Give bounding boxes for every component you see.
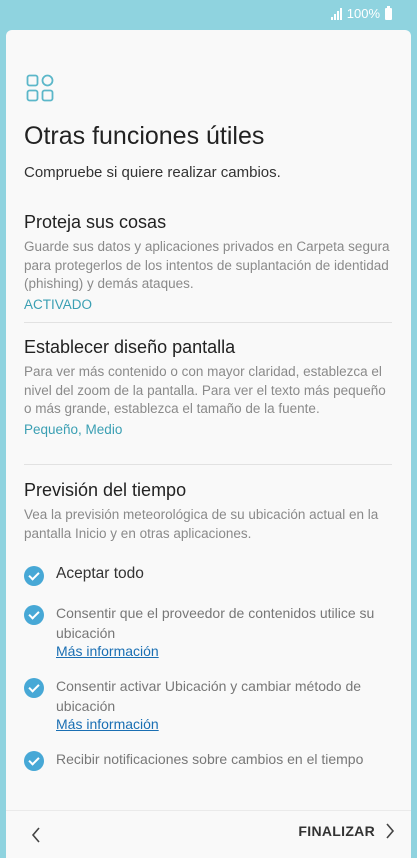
section-description: Vea la previsión meteorológica de su ubi… bbox=[24, 507, 379, 541]
checkbox-checked-icon bbox=[24, 566, 44, 586]
status-icons: 100% bbox=[330, 5, 392, 21]
chevron-right-icon bbox=[386, 823, 395, 839]
page-subtitle: Compruebe si quiere realizar cambios. bbox=[24, 164, 281, 181]
battery-icon bbox=[385, 5, 392, 20]
apps-grid-icon bbox=[26, 74, 54, 102]
weather-notifications-checkbox[interactable]: Recibir notificaciones sobre cambios en … bbox=[24, 749, 392, 771]
divider bbox=[24, 322, 392, 323]
section-title: Establecer diseño pantalla bbox=[24, 337, 236, 357]
signal-icon bbox=[330, 7, 342, 20]
section-status: ACTIVADO bbox=[24, 296, 93, 312]
checkbox-checked-icon bbox=[24, 605, 44, 625]
section-status: Pequeño, Medio bbox=[24, 421, 123, 437]
checkbox-label: Consentir que el proveedor de contenidos… bbox=[56, 605, 375, 641]
section-description: Para ver más contenido o con mayor clari… bbox=[24, 364, 386, 416]
divider bbox=[24, 464, 392, 465]
section-weather: Previsión del tiempo Vea la previsión me… bbox=[24, 480, 392, 543]
chevron-left-icon bbox=[31, 827, 40, 843]
checkbox-label: Aceptar todo bbox=[56, 565, 144, 582]
checkbox-label: Recibir notificaciones sobre cambios en … bbox=[56, 751, 364, 767]
device-frame: 100% Otras funciones útiles Compruebe si… bbox=[0, 0, 417, 858]
location-provider-checkbox[interactable]: Consentir que el proveedor de contenidos… bbox=[24, 603, 392, 659]
setup-screen: Otras funciones útiles Compruebe si quie… bbox=[6, 30, 411, 858]
bottom-nav-bar: FINALIZAR bbox=[6, 810, 411, 858]
back-button[interactable] bbox=[24, 823, 48, 847]
finish-button[interactable]: FINALIZAR bbox=[298, 823, 395, 839]
section-description: Guarde sus datos y aplicaciones privados… bbox=[24, 239, 390, 291]
checkbox-label: Consentir activar Ubicación y cambiar mé… bbox=[56, 678, 362, 714]
status-bar: 100% bbox=[0, 0, 417, 30]
accept-all-checkbox[interactable]: Aceptar todo bbox=[24, 564, 392, 586]
page-title: Otras funciones útiles bbox=[24, 122, 265, 150]
checkbox-checked-icon bbox=[24, 751, 44, 771]
battery-percent: 100% bbox=[346, 6, 380, 21]
more-info-link[interactable]: Más información bbox=[56, 643, 392, 659]
checkbox-checked-icon bbox=[24, 678, 44, 698]
more-info-link[interactable]: Más información bbox=[56, 716, 392, 732]
section-protect[interactable]: Proteja sus cosas Guarde sus datos y apl… bbox=[24, 212, 392, 312]
finish-label: FINALIZAR bbox=[298, 823, 375, 839]
section-title: Proteja sus cosas bbox=[24, 212, 167, 232]
section-title: Previsión del tiempo bbox=[24, 480, 187, 500]
content-area[interactable]: Otras funciones útiles Compruebe si quie… bbox=[6, 30, 411, 810]
location-method-checkbox[interactable]: Consentir activar Ubicación y cambiar mé… bbox=[24, 676, 392, 732]
section-screen-layout[interactable]: Establecer diseño pantalla Para ver más … bbox=[24, 337, 392, 437]
